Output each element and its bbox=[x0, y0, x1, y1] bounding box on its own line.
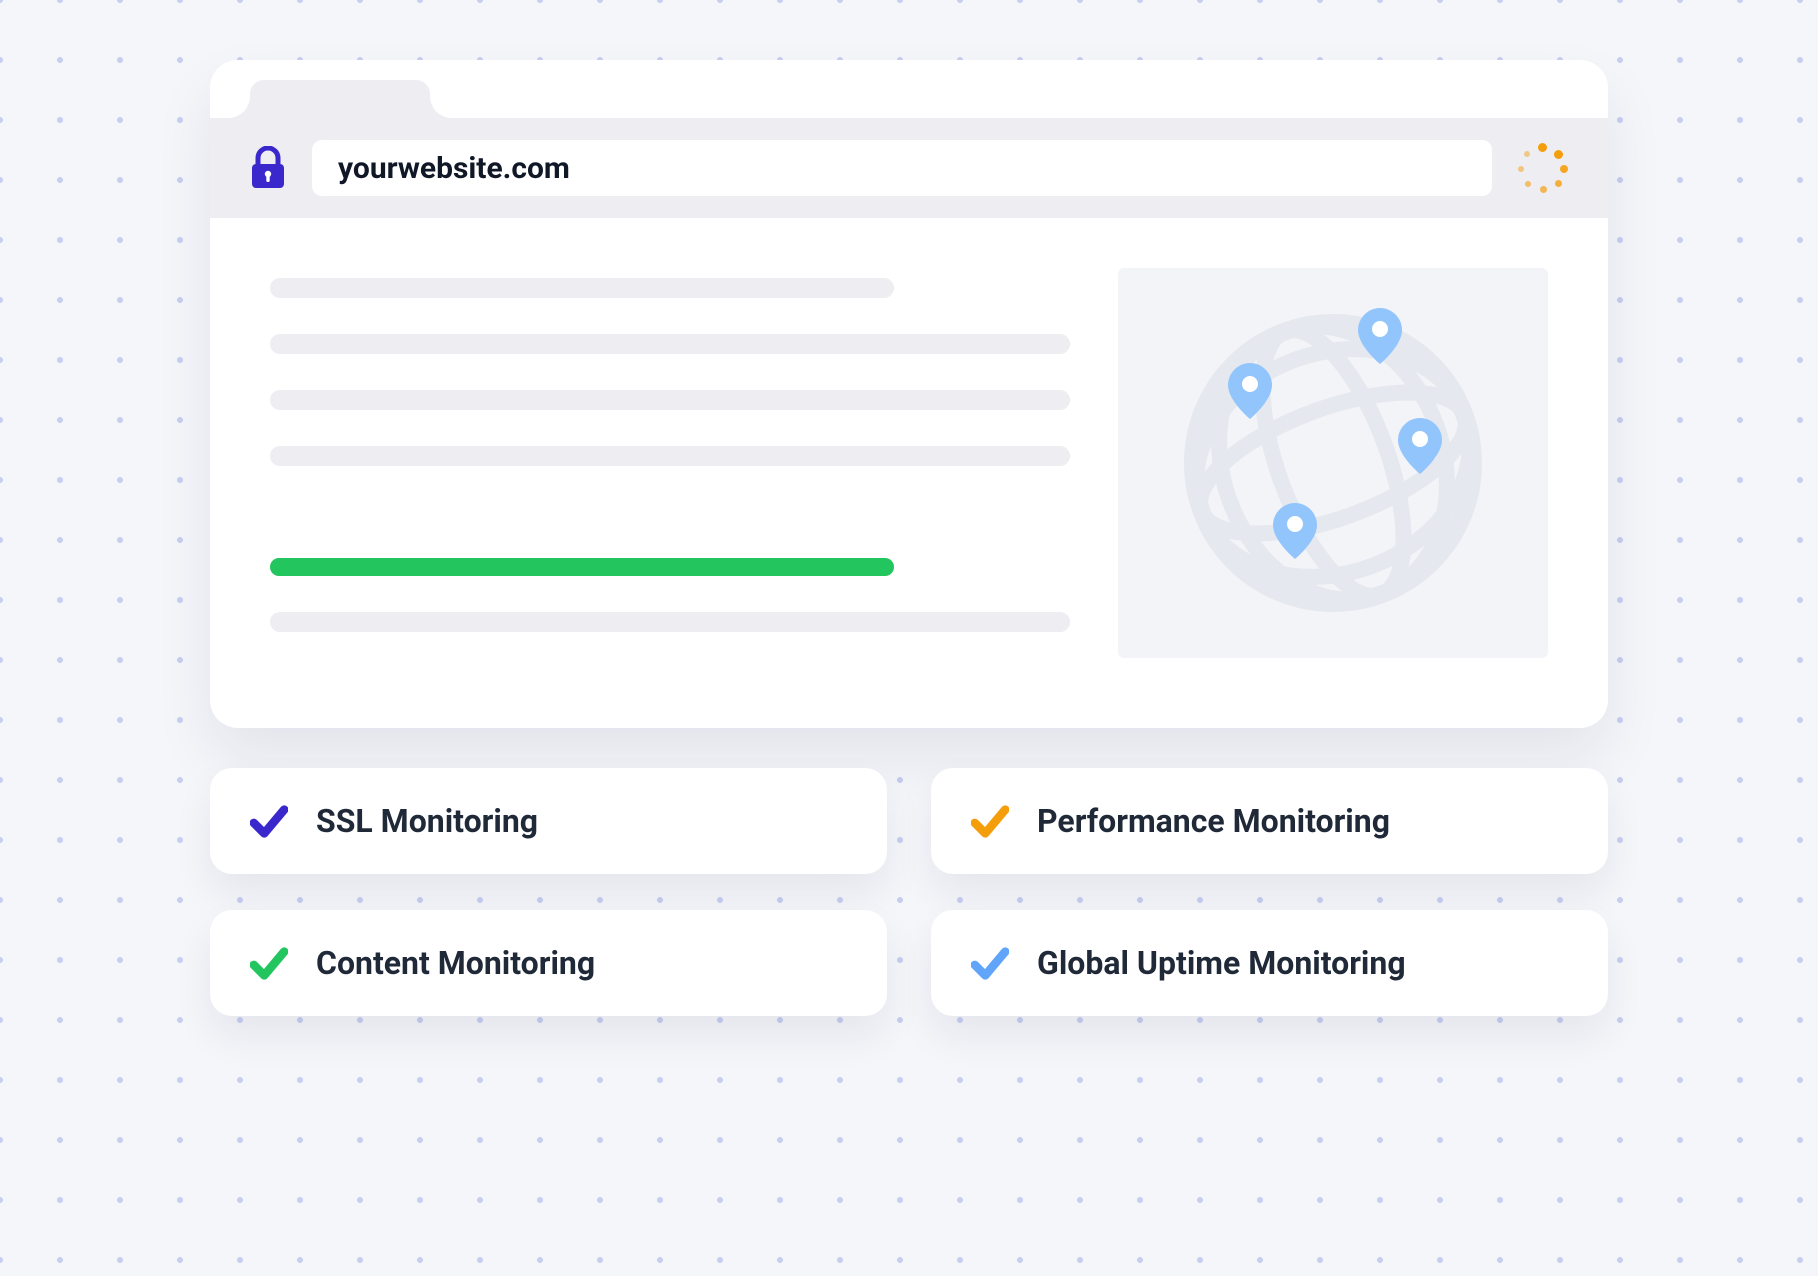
map-pin-icon bbox=[1228, 363, 1272, 419]
url-text: yourwebsite.com bbox=[338, 151, 570, 186]
skeleton-line bbox=[270, 612, 1070, 632]
browser-tab[interactable] bbox=[250, 80, 430, 118]
check-icon bbox=[250, 802, 288, 840]
map-pin-icon bbox=[1358, 308, 1402, 364]
feature-label: Performance Monitoring bbox=[1037, 802, 1390, 840]
skeleton-line bbox=[270, 334, 1070, 354]
map-pin-icon bbox=[1398, 418, 1442, 474]
content-skeleton bbox=[270, 268, 1070, 658]
check-icon bbox=[971, 802, 1009, 840]
loading-spinner-icon bbox=[1518, 143, 1568, 193]
skeleton-line bbox=[270, 278, 894, 298]
check-icon bbox=[250, 944, 288, 982]
check-icon bbox=[971, 944, 1009, 982]
url-input[interactable]: yourwebsite.com bbox=[312, 140, 1492, 196]
globe-panel bbox=[1118, 268, 1548, 658]
feature-card-performance[interactable]: Performance Monitoring bbox=[931, 768, 1608, 874]
feature-card-uptime[interactable]: Global Uptime Monitoring bbox=[931, 910, 1608, 1016]
feature-label: SSL Monitoring bbox=[316, 802, 538, 840]
feature-card-ssl[interactable]: SSL Monitoring bbox=[210, 768, 887, 874]
browser-window: yourwebsite.com bbox=[210, 60, 1608, 728]
browser-address-bar: yourwebsite.com bbox=[210, 118, 1608, 218]
browser-tab-bar bbox=[210, 60, 1608, 118]
feature-card-content[interactable]: Content Monitoring bbox=[210, 910, 887, 1016]
skeleton-line bbox=[270, 446, 1070, 466]
browser-content bbox=[210, 218, 1608, 728]
feature-label: Global Uptime Monitoring bbox=[1037, 944, 1406, 982]
map-pin-icon bbox=[1273, 503, 1317, 559]
lock-icon bbox=[250, 146, 286, 190]
feature-cards: SSL Monitoring Performance Monitoring Co… bbox=[210, 768, 1608, 1016]
skeleton-line bbox=[270, 390, 1070, 410]
feature-label: Content Monitoring bbox=[316, 944, 595, 982]
highlight-line bbox=[270, 558, 894, 576]
